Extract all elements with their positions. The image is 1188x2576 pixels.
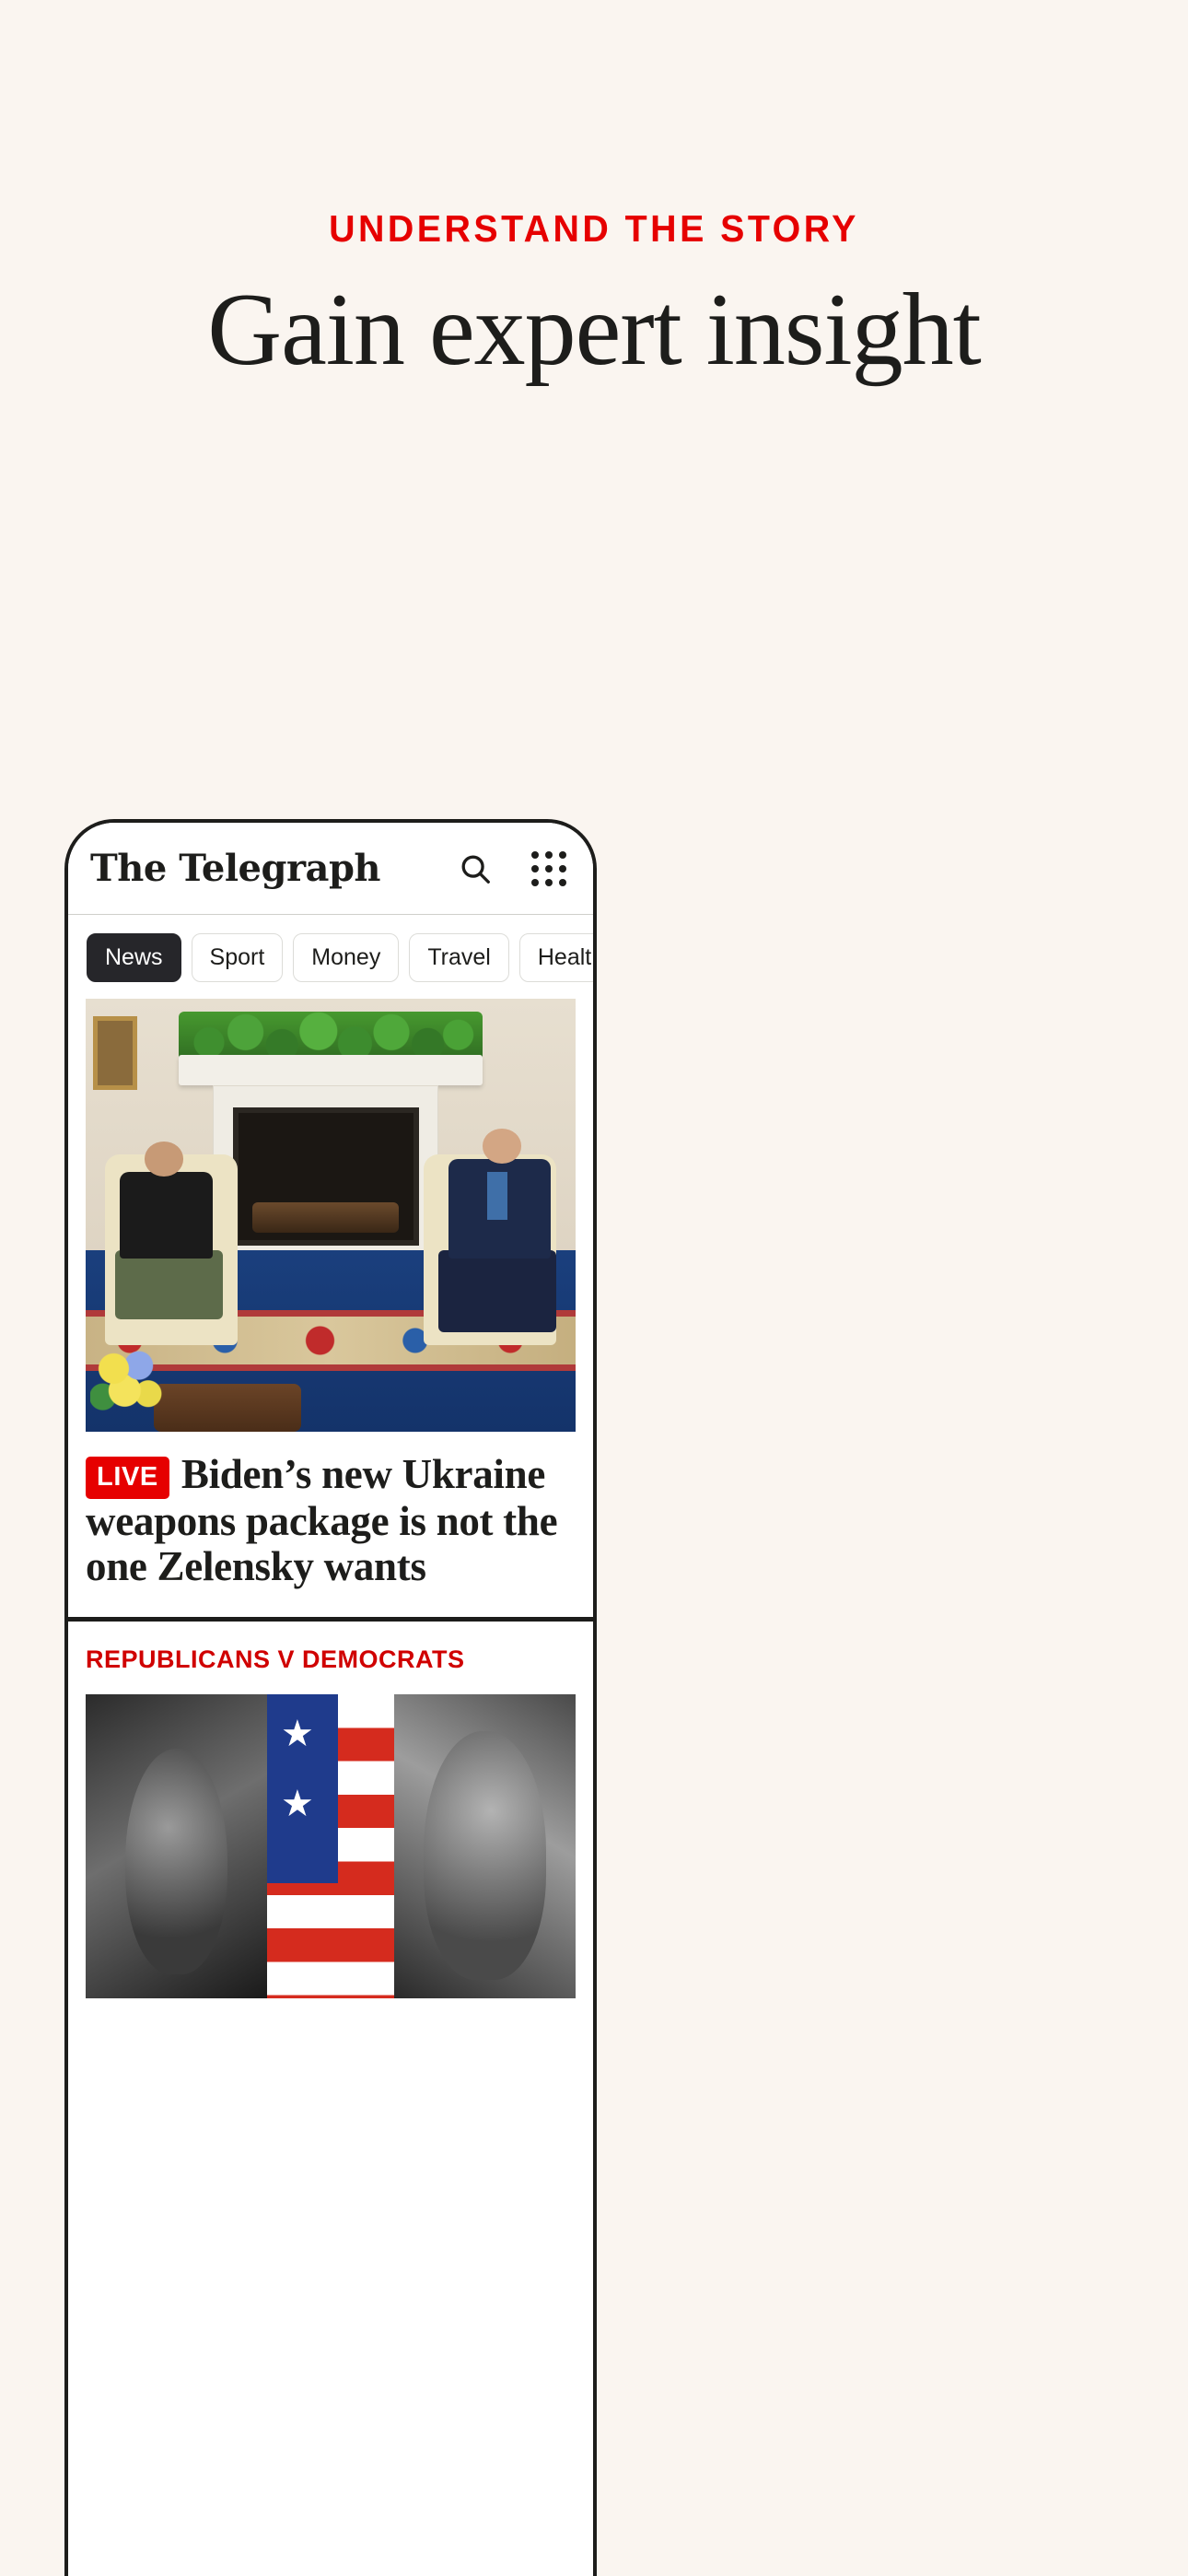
promo-eyebrow: UNDERSTAND THE STORY [329, 207, 859, 250]
article-kicker: REPUBLICANS V DEMOCRATS [86, 1645, 465, 1674]
section-tabs: News Sport Money Travel Health Podcasts [68, 915, 593, 999]
tab-money[interactable]: Money [293, 933, 400, 982]
promo-header: UNDERSTAND THE STORY Gain expert insight [0, 0, 1188, 387]
tab-travel[interactable]: Travel [409, 933, 509, 982]
live-badge: LIVE [86, 1457, 169, 1499]
tab-health[interactable]: Health [518, 933, 593, 982]
search-button[interactable] [455, 849, 495, 889]
article-image-harris-trump: ★ ★ [86, 1694, 576, 1999]
article-headline[interactable]: LIVE Biden’s new Ukraine weapons package … [86, 1432, 576, 1617]
article-card-republicans[interactable]: REPUBLICANS V DEMOCRATS ★ ★ [68, 1622, 593, 1999]
apps-menu-button[interactable] [529, 849, 569, 889]
telegraph-logo[interactable]: The Telegraph [90, 847, 381, 890]
header-actions [455, 849, 569, 889]
article-card-live[interactable]: LIVE Biden’s new Ukraine weapons package … [68, 999, 593, 1618]
phone-mockup: The Telegraph News Sport Money Travel He… [64, 819, 597, 2576]
article-image-oval-office [86, 999, 576, 1432]
tab-news[interactable]: News [87, 933, 181, 982]
grid-dots-icon [531, 850, 566, 886]
app-header: The Telegraph [68, 823, 593, 915]
promo-screen: UNDERSTAND THE STORY Gain expert insight… [0, 0, 1188, 2576]
promo-title: Gain expert insight [207, 273, 981, 387]
tab-sport[interactable]: Sport [191, 933, 284, 982]
search-icon [461, 855, 490, 884]
